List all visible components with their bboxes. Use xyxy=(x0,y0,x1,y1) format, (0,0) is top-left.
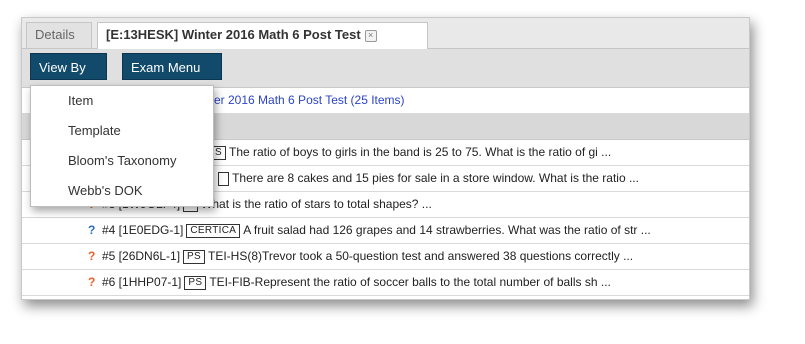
list-item[interactable]: ? #5 [26DN6L-1] PS TEI-HS(8)Trevor took a … xyxy=(22,244,749,270)
question-icon: ? xyxy=(88,275,96,289)
list-item[interactable]: ? #6 [1HHP07-1] PS TEI-FIB-Represent the r… xyxy=(22,270,749,296)
item-tag: PS xyxy=(183,250,205,264)
test-title-link[interactable]: nter 2016 Math 6 Post Test (25 Items) xyxy=(204,88,405,113)
item-text: What is the ratio of stars to total shap… xyxy=(201,197,432,211)
item-text: TEI-FIB-Represent the ratio of soccer ba… xyxy=(209,275,611,289)
item-text: The ratio of boys to girls in the band i… xyxy=(228,145,612,159)
view-by-dropdown: Item Template Bloom's Taxonomy Webb's DO… xyxy=(30,85,214,207)
tab-active-test[interactable]: [E:13HESK] Winter 2016 Math 6 Post Test × xyxy=(97,22,428,49)
item-text: TEI-HS(8)Trevor took a 50-question test … xyxy=(208,249,634,263)
close-icon[interactable]: × xyxy=(364,30,377,42)
question-icon: ? xyxy=(88,223,96,237)
menu-item-template[interactable]: Template xyxy=(31,116,213,146)
question-icon: ? xyxy=(88,249,96,263)
menu-item-webbs-dok[interactable]: Webb's DOK xyxy=(31,176,213,206)
tab-bar: Details [E:13HESK] Winter 2016 Math 6 Po… xyxy=(22,18,749,49)
exam-menu-button[interactable]: Exam Menu xyxy=(122,53,222,97)
item-tag xyxy=(218,172,230,186)
tab-details-label: Details xyxy=(35,27,75,42)
menu-item-blooms-taxonomy[interactable]: Bloom's Taxonomy xyxy=(31,146,213,176)
item-tag: CERTICA xyxy=(186,224,241,238)
tab-details[interactable]: Details xyxy=(26,22,92,48)
exam-menu-label: Exam Menu xyxy=(131,60,201,75)
item-number: #6 [1HHP07-1] xyxy=(102,275,182,289)
view-by-button[interactable]: View By xyxy=(30,53,107,97)
item-text: A fruit salad had 126 grapes and 14 stra… xyxy=(243,223,651,237)
view-by-label: View By xyxy=(39,60,86,75)
menu-item-item[interactable]: Item xyxy=(31,86,213,116)
item-text: There are 8 cakes and 15 pies for sale i… xyxy=(232,171,639,185)
item-tag: PS xyxy=(184,276,207,290)
toolbar: View By Exam Menu xyxy=(22,49,749,97)
item-number: #5 [26DN6L-1] xyxy=(102,249,181,263)
list-item[interactable]: ? #4 [1E0EDG-1] CERTICA A fruit salad had … xyxy=(22,218,749,244)
item-number: #4 [1E0EDG-1] xyxy=(102,223,184,237)
tab-active-label: [E:13HESK] Winter 2016 Math 6 Post Test xyxy=(106,27,361,42)
